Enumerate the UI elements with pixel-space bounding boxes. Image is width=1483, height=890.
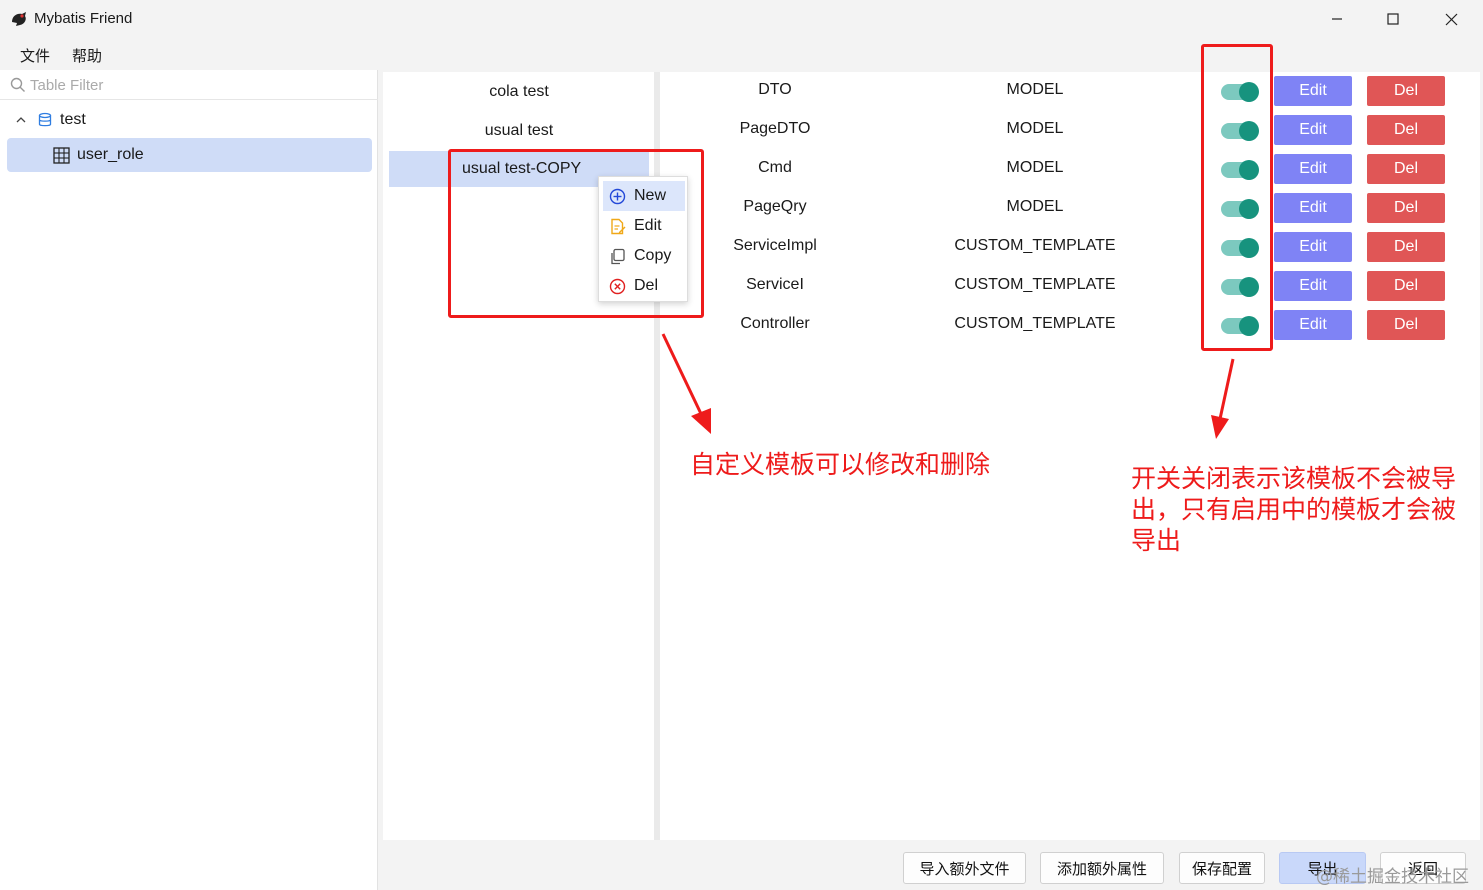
maximize-icon: [1387, 13, 1399, 25]
context-menu-label: Copy: [634, 247, 672, 264]
toggle-knob: [1239, 316, 1259, 336]
toggle-knob: [1239, 277, 1259, 297]
table-tree-panel: test user_role: [0, 70, 378, 890]
template-name: PageQry: [743, 198, 807, 215]
edit-button[interactable]: Edit: [1274, 271, 1352, 301]
context-menu-label: Edit: [634, 217, 662, 234]
toggle-knob: [1239, 160, 1259, 180]
template-type: MODEL: [1006, 81, 1064, 98]
context-menu-copy[interactable]: Copy: [603, 241, 685, 271]
context-menu-delete[interactable]: Del: [603, 271, 685, 301]
template-type: CUSTOM_TEMPLATE: [954, 237, 1116, 254]
template-type: CUSTOM_TEMPLATE: [954, 315, 1116, 332]
context-menu-edit[interactable]: Edit: [603, 211, 685, 241]
table-icon: [53, 146, 70, 164]
template-row: ServiceI CUSTOM_TEMPLATE Edit Del: [660, 267, 1480, 306]
template-row: DTO MODEL Edit Del: [660, 72, 1480, 111]
window-title: Mybatis Friend: [34, 10, 133, 27]
template-type: CUSTOM_TEMPLATE: [954, 276, 1116, 293]
template-name: Cmd: [758, 159, 792, 176]
delete-button[interactable]: Del: [1367, 76, 1445, 106]
annotation-text-custom-template: 自定义模板可以修改和删除: [690, 450, 991, 479]
annotation-line: 开关关闭表示该模板不会被导: [1131, 464, 1457, 493]
edit-button[interactable]: Edit: [1274, 232, 1352, 262]
tree-node-database[interactable]: test: [7, 103, 372, 137]
enabled-toggle[interactable]: [1221, 238, 1259, 258]
annotation-text-toggle-note: 开关关闭表示该模板不会被导 出，只有启用中的模板才会被 导出: [1131, 463, 1471, 556]
toggle-knob: [1239, 82, 1259, 102]
delete-button[interactable]: Del: [1367, 115, 1445, 145]
chevron-up-icon[interactable]: [15, 114, 27, 126]
plus-circle-icon: [609, 188, 626, 204]
maximize-button[interactable]: [1364, 0, 1422, 38]
edit-button[interactable]: Edit: [1274, 115, 1352, 145]
context-menu: New Edit Copy Del: [598, 176, 688, 302]
template-type: MODEL: [1006, 120, 1064, 137]
table-filter: [0, 70, 378, 100]
tree-node-label: user_role: [77, 146, 144, 163]
close-icon: [1445, 13, 1457, 25]
template-row: Cmd MODEL Edit Del: [660, 150, 1480, 189]
title-bar: Mybatis Friend: [0, 0, 1483, 38]
import-extra-files-button[interactable]: 导入额外文件: [903, 852, 1026, 884]
template-group-item[interactable]: usual test: [389, 113, 649, 149]
enabled-toggle[interactable]: [1221, 199, 1259, 219]
template-row: PageDTO MODEL Edit Del: [660, 111, 1480, 150]
template-row: ServiceImpl CUSTOM_TEMPLATE Edit Del: [660, 228, 1480, 267]
edit-button[interactable]: Edit: [1274, 76, 1352, 106]
template-name: ServiceImpl: [733, 237, 817, 254]
template-type: MODEL: [1006, 159, 1064, 176]
database-icon: [38, 112, 52, 127]
edit-doc-icon: [611, 218, 626, 234]
edit-button[interactable]: Edit: [1274, 193, 1352, 223]
minimize-button[interactable]: [1308, 0, 1366, 38]
template-type: MODEL: [1006, 198, 1064, 215]
enabled-toggle[interactable]: [1221, 316, 1259, 336]
delete-button[interactable]: Del: [1367, 310, 1445, 340]
add-extra-attributes-button[interactable]: 添加额外属性: [1040, 852, 1164, 884]
template-name: ServiceI: [746, 276, 804, 293]
tree-node-label: test: [60, 111, 86, 128]
menu-file[interactable]: 文件: [20, 45, 50, 66]
toggle-knob: [1239, 121, 1259, 141]
enabled-toggle[interactable]: [1221, 82, 1259, 102]
enabled-toggle[interactable]: [1221, 277, 1259, 297]
search-icon: [10, 77, 25, 92]
edit-button[interactable]: Edit: [1274, 154, 1352, 184]
template-group-item[interactable]: cola test: [389, 74, 649, 110]
context-menu-new[interactable]: New: [603, 181, 685, 211]
menu-bar: 文件 帮助: [0, 38, 1483, 70]
annotation-line: 导出: [1131, 526, 1182, 555]
delete-button[interactable]: Del: [1367, 154, 1445, 184]
toggle-knob: [1239, 199, 1259, 219]
edit-button[interactable]: Edit: [1274, 310, 1352, 340]
x-circle-icon: [609, 278, 626, 294]
close-button[interactable]: [1422, 0, 1480, 38]
delete-button[interactable]: Del: [1367, 193, 1445, 223]
menu-help[interactable]: 帮助: [72, 45, 102, 66]
template-name: DTO: [758, 81, 792, 98]
toggle-knob: [1239, 238, 1259, 258]
table-filter-input[interactable]: [30, 72, 370, 98]
context-menu-label: New: [634, 187, 667, 204]
template-row: Controller CUSTOM_TEMPLATE Edit Del: [660, 306, 1480, 345]
annotation-line: 出，只有启用中的模板才会被: [1131, 495, 1457, 524]
context-menu-label: Del: [634, 277, 659, 294]
enabled-toggle[interactable]: [1221, 121, 1259, 141]
template-name: PageDTO: [739, 120, 811, 137]
delete-button[interactable]: Del: [1367, 271, 1445, 301]
watermark-text: @稀土掘金技术社区: [1316, 867, 1469, 887]
app-logo-icon: [12, 12, 26, 26]
template-row: PageQry MODEL Edit Del: [660, 189, 1480, 228]
tree-node-table[interactable]: user_role: [7, 138, 372, 172]
minimize-icon: [1332, 18, 1342, 20]
enabled-toggle[interactable]: [1221, 160, 1259, 180]
delete-button[interactable]: Del: [1367, 232, 1445, 262]
save-config-button[interactable]: 保存配置: [1179, 852, 1265, 884]
template-name: Controller: [740, 315, 810, 332]
copy-icon: [611, 248, 625, 264]
